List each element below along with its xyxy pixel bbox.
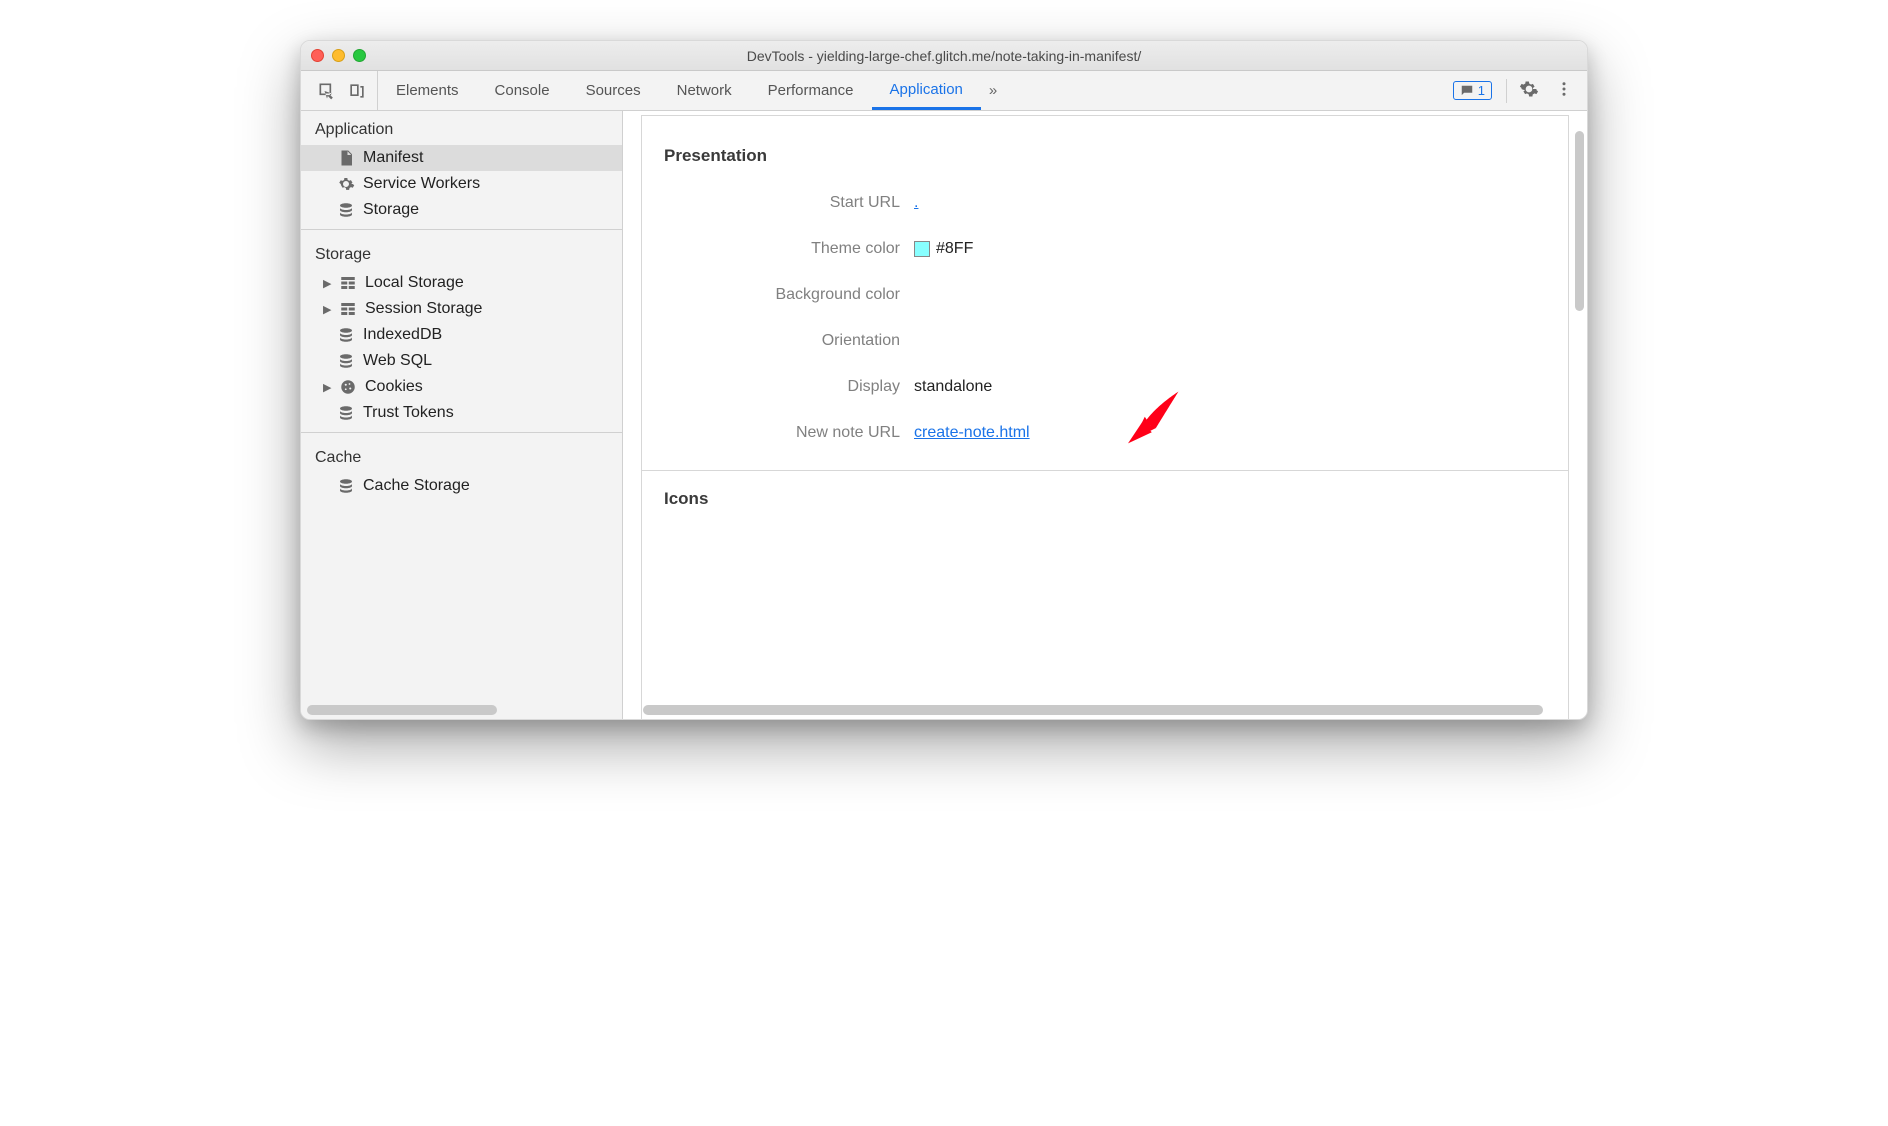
panel-tabs: Elements Console Sources Network Perform… (378, 71, 1005, 110)
settings-gear-icon[interactable] (1511, 79, 1547, 103)
sidebar-item-storage[interactable]: Storage (301, 197, 622, 223)
section-divider (642, 470, 1568, 471)
table-icon (339, 274, 357, 292)
label-theme-color: Theme color (664, 240, 914, 258)
devtools-toolbar: Elements Console Sources Network Perform… (301, 71, 1587, 111)
sidebar-item-websql[interactable]: Web SQL (301, 348, 622, 374)
sidebar-item-local-storage[interactable]: ▶ Local Storage (301, 270, 622, 296)
sidebar-horizontal-scrollbar[interactable] (307, 705, 497, 715)
manifest-content: Presentation Start URL . Theme color #8F… (641, 115, 1569, 719)
row-new-note-url: New note URL create-note.html (664, 424, 1546, 442)
row-orientation: Orientation (664, 332, 1546, 350)
sidebar-item-label: Service Workers (363, 175, 480, 193)
database-icon (337, 404, 355, 422)
cookie-icon (339, 378, 357, 396)
sidebar-section-storage: Storage (301, 236, 622, 270)
database-icon (337, 352, 355, 370)
titlebar[interactable]: DevTools - yielding-large-chef.glitch.me… (301, 41, 1587, 71)
toolbar-divider (1506, 79, 1507, 103)
tab-sources[interactable]: Sources (568, 71, 659, 110)
tab-network[interactable]: Network (659, 71, 750, 110)
sidebar-item-indexeddb[interactable]: IndexedDB (301, 322, 622, 348)
row-start-url: Start URL . (664, 194, 1546, 212)
sidebar-item-label: Manifest (363, 149, 423, 167)
annotation-arrow-icon (1114, 386, 1184, 470)
gear-icon (337, 175, 355, 193)
manifest-panel: Presentation Start URL . Theme color #8F… (623, 111, 1587, 719)
caret-right-icon: ▶ (323, 381, 333, 394)
database-icon (337, 201, 355, 219)
value-theme-color: #8FF (936, 240, 973, 258)
sidebar-item-label: Cache Storage (363, 477, 470, 495)
section-heading-presentation: Presentation (664, 146, 1546, 166)
issues-count: 1 (1478, 83, 1485, 98)
caret-right-icon: ▶ (323, 277, 333, 290)
kebab-menu-icon[interactable] (1547, 80, 1581, 102)
devtools-body: Application Manifest Service Workers Sto… (301, 111, 1587, 719)
sidebar-divider (301, 229, 622, 230)
sidebar-item-session-storage[interactable]: ▶ Session Storage (301, 296, 622, 322)
issues-badge[interactable]: 1 (1453, 81, 1492, 100)
row-background-color: Background color (664, 286, 1546, 304)
document-icon (337, 149, 355, 167)
window-title: DevTools - yielding-large-chef.glitch.me… (301, 48, 1587, 64)
row-display: Display standalone (664, 378, 1546, 396)
section-heading-icons: Icons (664, 489, 1546, 509)
sidebar-item-label: Session Storage (365, 300, 482, 318)
caret-right-icon: ▶ (323, 303, 333, 316)
link-start-url[interactable]: . (914, 194, 918, 212)
link-new-note-url[interactable]: create-note.html (914, 424, 1030, 442)
sidebar-section-application: Application (301, 111, 622, 145)
sidebar-item-service-workers[interactable]: Service Workers (301, 171, 622, 197)
database-icon (337, 477, 355, 495)
tab-elements[interactable]: Elements (378, 71, 477, 110)
tab-application[interactable]: Application (872, 71, 981, 110)
message-icon (1460, 84, 1474, 98)
theme-color-swatch (914, 241, 930, 257)
database-icon (337, 326, 355, 344)
sidebar-item-cookies[interactable]: ▶ Cookies (301, 374, 622, 400)
label-background-color: Background color (664, 286, 914, 304)
application-sidebar: Application Manifest Service Workers Sto… (301, 111, 623, 719)
sidebar-item-manifest[interactable]: Manifest (301, 145, 622, 171)
sidebar-divider (301, 432, 622, 433)
sidebar-item-cache-storage[interactable]: Cache Storage (301, 473, 622, 499)
inspect-element-icon[interactable] (317, 81, 337, 101)
device-toolbar-icon[interactable] (347, 81, 367, 101)
sidebar-section-cache: Cache (301, 439, 622, 473)
label-new-note-url: New note URL (664, 424, 914, 442)
sidebar-item-label: Local Storage (365, 274, 464, 292)
table-icon (339, 300, 357, 318)
sidebar-item-label: Storage (363, 201, 419, 219)
label-orientation: Orientation (664, 332, 914, 350)
content-vertical-scrollbar[interactable] (1575, 131, 1584, 311)
value-display: standalone (914, 378, 992, 396)
sidebar-item-label: Cookies (365, 378, 423, 396)
sidebar-item-label: IndexedDB (363, 326, 442, 344)
tab-console[interactable]: Console (477, 71, 568, 110)
label-start-url: Start URL (664, 194, 914, 212)
sidebar-item-trust-tokens[interactable]: Trust Tokens (301, 400, 622, 426)
tab-performance[interactable]: Performance (750, 71, 872, 110)
devtools-window: DevTools - yielding-large-chef.glitch.me… (300, 40, 1588, 720)
sidebar-item-label: Trust Tokens (363, 404, 454, 422)
content-horizontal-scrollbar[interactable] (643, 705, 1543, 715)
sidebar-item-label: Web SQL (363, 352, 432, 370)
label-display: Display (664, 378, 914, 396)
row-theme-color: Theme color #8FF (664, 240, 1546, 258)
more-tabs-chevron-icon[interactable]: » (981, 82, 1005, 99)
